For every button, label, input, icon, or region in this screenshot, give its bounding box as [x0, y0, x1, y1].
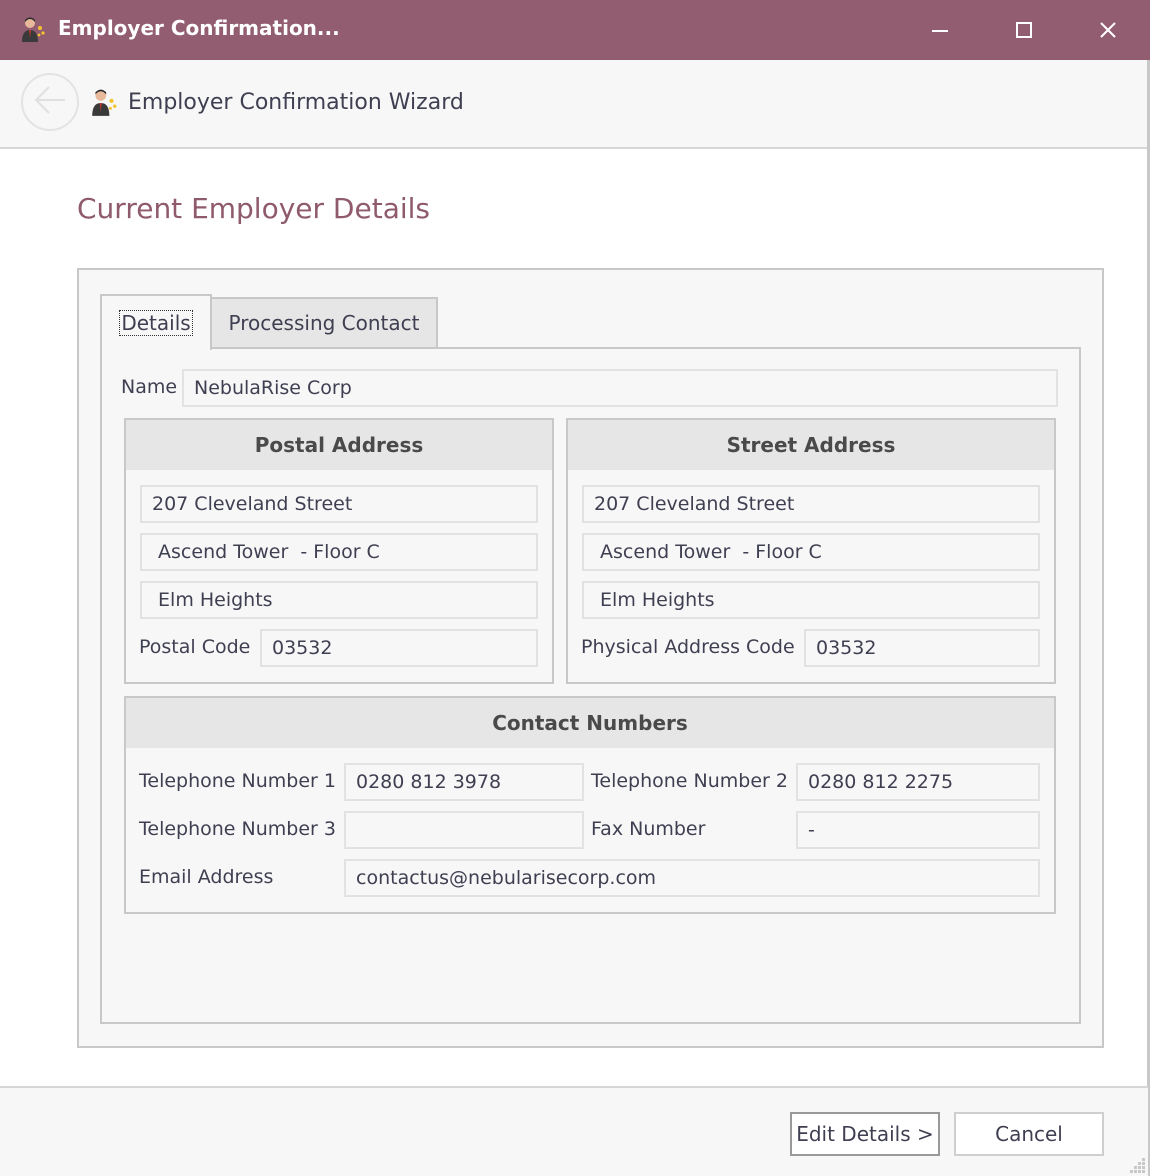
- employer-person-icon: [20, 16, 46, 44]
- email-address-field[interactable]: contactus@nebularisecorp.com: [344, 859, 1040, 897]
- minimize-button[interactable]: [898, 0, 982, 60]
- telephone-1-field[interactable]: 0280 812 3978: [344, 763, 584, 801]
- street-address-header: Street Address: [568, 420, 1054, 470]
- resize-grip-icon[interactable]: [1128, 1156, 1146, 1174]
- postal-address-line2-field[interactable]: Ascend Tower - Floor C: [140, 533, 538, 571]
- telephone-1-label: Telephone Number 1: [139, 770, 336, 792]
- edit-details-button[interactable]: Edit Details >: [790, 1112, 940, 1156]
- employer-person-icon: [90, 88, 118, 118]
- maximize-icon: [1015, 21, 1033, 39]
- postal-address-line3-field[interactable]: Elm Heights: [140, 581, 538, 619]
- tab-details-label: Details: [119, 310, 193, 336]
- postal-address-line1-field[interactable]: 207 Cleveland Street: [140, 485, 538, 523]
- tab-processing-contact-label: Processing Contact: [228, 311, 420, 335]
- minimize-icon: [931, 21, 949, 39]
- postal-address-header: Postal Address: [126, 420, 552, 470]
- fax-number-label: Fax Number: [591, 818, 706, 840]
- maximize-button[interactable]: [982, 0, 1066, 60]
- back-button[interactable]: [21, 73, 79, 131]
- name-label: Name: [121, 376, 178, 398]
- telephone-2-field[interactable]: 0280 812 2275: [796, 763, 1040, 801]
- telephone-2-label: Telephone Number 2: [591, 770, 788, 792]
- contact-numbers-header: Contact Numbers: [126, 698, 1054, 748]
- email-address-label: Email Address: [139, 866, 274, 888]
- telephone-3-field[interactable]: [344, 811, 584, 849]
- physical-address-code-label: Physical Address Code: [581, 636, 795, 658]
- street-address-line2-field[interactable]: Ascend Tower - Floor C: [582, 533, 1040, 571]
- window-title: Employer Confirmation...: [58, 16, 340, 40]
- postal-code-field[interactable]: 03532: [260, 629, 538, 667]
- cancel-button[interactable]: Cancel: [954, 1112, 1104, 1156]
- fax-number-field[interactable]: -: [796, 811, 1040, 849]
- telephone-3-label: Telephone Number 3: [139, 818, 336, 840]
- street-address-line1-field[interactable]: 207 Cleveland Street: [582, 485, 1040, 523]
- close-icon: [1099, 21, 1117, 39]
- name-field[interactable]: NebulaRise Corp: [182, 369, 1058, 407]
- physical-address-code-field[interactable]: 03532: [804, 629, 1040, 667]
- tab-processing-contact[interactable]: Processing Contact: [210, 297, 438, 349]
- page-title: Current Employer Details: [77, 192, 430, 225]
- wizard-title: Employer Confirmation Wizard: [128, 90, 464, 115]
- tab-details[interactable]: Details: [100, 294, 212, 350]
- postal-code-label: Postal Code: [139, 636, 251, 658]
- wizard-header: Employer Confirmation Wizard: [0, 60, 1148, 149]
- close-button[interactable]: [1066, 0, 1150, 60]
- wizard-footer: Edit Details > Cancel: [0, 1086, 1148, 1176]
- street-address-line3-field[interactable]: Elm Heights: [582, 581, 1040, 619]
- back-arrow-icon: [33, 85, 67, 119]
- window-titlebar[interactable]: Employer Confirmation...: [0, 0, 1150, 60]
